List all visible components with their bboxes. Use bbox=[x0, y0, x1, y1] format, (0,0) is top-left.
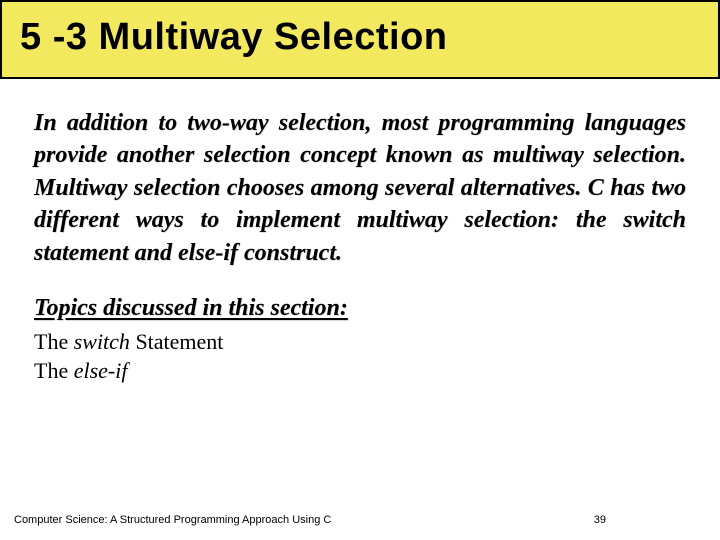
topics-heading: Topics discussed in this section: bbox=[34, 295, 686, 322]
topic-prefix: The bbox=[34, 329, 74, 354]
slide-body: In addition to two-way selection, most p… bbox=[0, 79, 720, 385]
intro-paragraph: In addition to two-way selection, most p… bbox=[34, 107, 686, 269]
topic-suffix: Statement bbox=[130, 329, 223, 354]
footer-page-number: 39 bbox=[594, 514, 706, 526]
topic-item-switch: The switch Statement bbox=[34, 328, 686, 357]
topic-item-elseif: The else-if bbox=[34, 357, 686, 386]
topics-list: The switch Statement The else-if bbox=[34, 328, 686, 385]
topic-prefix: The bbox=[34, 358, 74, 383]
topic-switch-keyword: switch bbox=[74, 329, 130, 354]
footer: Computer Science: A Structured Programmi… bbox=[14, 514, 706, 526]
title-bar: 5 -3 Multiway Selection bbox=[0, 0, 720, 79]
footer-book-title: Computer Science: A Structured Programmi… bbox=[14, 514, 331, 526]
slide-title: 5 -3 Multiway Selection bbox=[20, 16, 700, 59]
topic-elseif-keyword: else-if bbox=[74, 358, 128, 383]
